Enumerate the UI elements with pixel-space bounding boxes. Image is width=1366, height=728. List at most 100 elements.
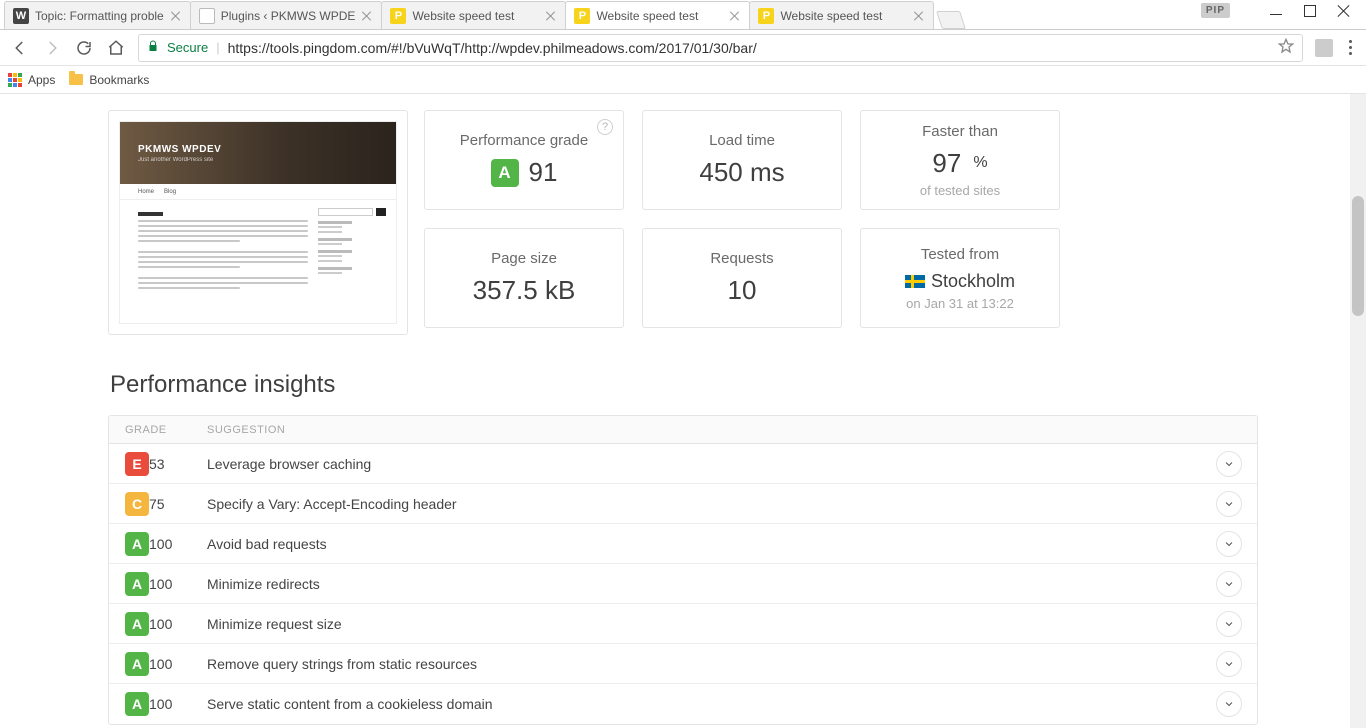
performance-score: 91 — [529, 157, 558, 188]
flag-sweden-icon — [905, 275, 925, 288]
insight-row[interactable]: A100Minimize redirects — [109, 564, 1257, 604]
bookmarks-folder[interactable]: Bookmarks — [69, 73, 149, 87]
secure-label: Secure — [167, 40, 208, 55]
browser-tab[interactable]: P Website speed test — [749, 1, 934, 29]
insight-score: 100 — [149, 616, 207, 632]
home-button[interactable] — [106, 38, 126, 58]
close-icon[interactable] — [170, 10, 182, 22]
insight-suggestion: Remove query strings from static resourc… — [207, 656, 1201, 672]
browser-tab[interactable]: P Website speed test — [381, 1, 566, 29]
chevron-down-icon — [1223, 658, 1235, 670]
insight-row[interactable]: A100Serve static content from a cookiele… — [109, 684, 1257, 724]
back-button[interactable] — [10, 38, 30, 58]
insight-suggestion: Leverage browser caching — [207, 456, 1201, 472]
extension-icon[interactable] — [1315, 39, 1333, 57]
chevron-down-icon — [1223, 698, 1235, 710]
scrollbar-track[interactable] — [1350, 94, 1366, 728]
grade-badge: A — [125, 532, 149, 556]
insight-score: 100 — [149, 536, 207, 552]
insight-row[interactable]: A100Remove query strings from static res… — [109, 644, 1257, 684]
expand-button[interactable] — [1216, 491, 1242, 517]
browser-tab-active[interactable]: P Website speed test — [565, 1, 750, 29]
grade-badge: A — [125, 692, 149, 716]
new-tab-button[interactable] — [937, 11, 967, 29]
expand-button[interactable] — [1216, 531, 1242, 557]
favicon-icon — [199, 8, 215, 24]
menu-kebab-icon[interactable] — [1345, 40, 1356, 55]
browser-tab[interactable]: W Topic: Formatting proble — [4, 1, 191, 29]
percent-unit: % — [973, 154, 987, 172]
forward-button[interactable] — [42, 38, 62, 58]
page-size-value: 357.5 kB — [473, 275, 576, 306]
close-icon[interactable] — [729, 10, 741, 22]
bookmarks-bar: Apps Bookmarks — [0, 66, 1366, 94]
chevron-down-icon — [1223, 578, 1235, 590]
insight-row[interactable]: A100Avoid bad requests — [109, 524, 1257, 564]
favicon-icon: P — [574, 8, 590, 24]
expand-button[interactable] — [1216, 571, 1242, 597]
close-icon[interactable] — [361, 10, 373, 22]
expand-button[interactable] — [1216, 651, 1242, 677]
expand-button[interactable] — [1216, 611, 1242, 637]
chevron-down-icon — [1223, 498, 1235, 510]
apps-label: Apps — [28, 73, 55, 87]
tab-title: Topic: Formatting proble — [35, 9, 164, 23]
scrollbar-thumb[interactable] — [1352, 196, 1364, 316]
tab-title: Website speed test — [596, 9, 723, 23]
faster-percent: 97 — [932, 148, 961, 179]
thumbnail-nav-item: Blog — [164, 189, 176, 195]
grade-badge: C — [125, 492, 149, 516]
grade-badge: A — [125, 612, 149, 636]
apps-icon — [8, 73, 22, 87]
expand-button[interactable] — [1216, 451, 1242, 477]
insights-heading: Performance insights — [110, 371, 1258, 399]
tested-time: on Jan 31 at 13:22 — [906, 296, 1014, 311]
summary-section: PKMWS WPDEV Just another WordPress site … — [108, 110, 1258, 335]
card-label: Requests — [710, 250, 773, 267]
insight-suggestion: Serve static content from a cookieless d… — [207, 696, 1201, 712]
insights-table: GRADE SUGGESTION E53Leverage browser cac… — [108, 415, 1258, 725]
page-thumbnail-card: PKMWS WPDEV Just another WordPress site … — [108, 110, 408, 335]
insight-row[interactable]: E53Leverage browser caching — [109, 444, 1257, 484]
window-controls: PIP — [1201, 3, 1366, 18]
tab-title: Website speed test — [780, 9, 907, 23]
favicon-icon: P — [758, 8, 774, 24]
insight-score: 100 — [149, 656, 207, 672]
close-icon[interactable] — [913, 10, 925, 22]
insight-suggestion: Specify a Vary: Accept-Encoding header — [207, 496, 1201, 512]
insight-score: 75 — [149, 496, 207, 512]
bookmark-star-icon[interactable] — [1278, 38, 1294, 57]
insight-row[interactable]: A100Minimize request size — [109, 604, 1257, 644]
favicon-icon: P — [390, 8, 406, 24]
insights-header-row: GRADE SUGGESTION — [109, 416, 1257, 444]
tab-title: Website speed test — [412, 9, 539, 23]
chevron-down-icon — [1223, 458, 1235, 470]
chevron-down-icon — [1223, 618, 1235, 630]
pip-badge: PIP — [1201, 3, 1230, 18]
page-thumbnail: PKMWS WPDEV Just another WordPress site … — [119, 121, 397, 324]
window-close-icon[interactable] — [1338, 5, 1350, 17]
browser-tab[interactable]: Plugins ‹ PKMWS WPDE — [190, 1, 383, 29]
window-minimize-icon[interactable] — [1270, 5, 1282, 17]
card-load-time: Load time 450 ms — [642, 110, 842, 210]
grade-badge: A — [491, 159, 519, 187]
card-page-size: Page size 357.5 kB — [424, 228, 624, 328]
insight-suggestion: Minimize request size — [207, 616, 1201, 632]
expand-button[interactable] — [1216, 691, 1242, 717]
insight-suggestion: Minimize redirects — [207, 576, 1201, 592]
card-label: Tested from — [921, 246, 999, 263]
col-suggestion-label: SUGGESTION — [207, 424, 1257, 436]
close-icon[interactable] — [545, 10, 557, 22]
insight-row[interactable]: C75Specify a Vary: Accept-Encoding heade… — [109, 484, 1257, 524]
address-bar[interactable]: Secure | https://tools.pingdom.com/#!/bV… — [138, 34, 1303, 62]
favicon-icon: W — [13, 8, 29, 24]
help-icon[interactable]: ? — [597, 119, 613, 135]
apps-shortcut[interactable]: Apps — [8, 73, 55, 87]
card-faster-than: Faster than 97% of tested sites — [860, 110, 1060, 210]
thumbnail-site-sub: Just another WordPress site — [138, 157, 396, 163]
page-viewport: PKMWS WPDEV Just another WordPress site … — [0, 94, 1366, 728]
window-maximize-icon[interactable] — [1304, 5, 1316, 17]
reload-button[interactable] — [74, 38, 94, 58]
requests-value: 10 — [728, 275, 757, 306]
card-tested-from: Tested from Stockholm on Jan 31 at 13:22 — [860, 228, 1060, 328]
